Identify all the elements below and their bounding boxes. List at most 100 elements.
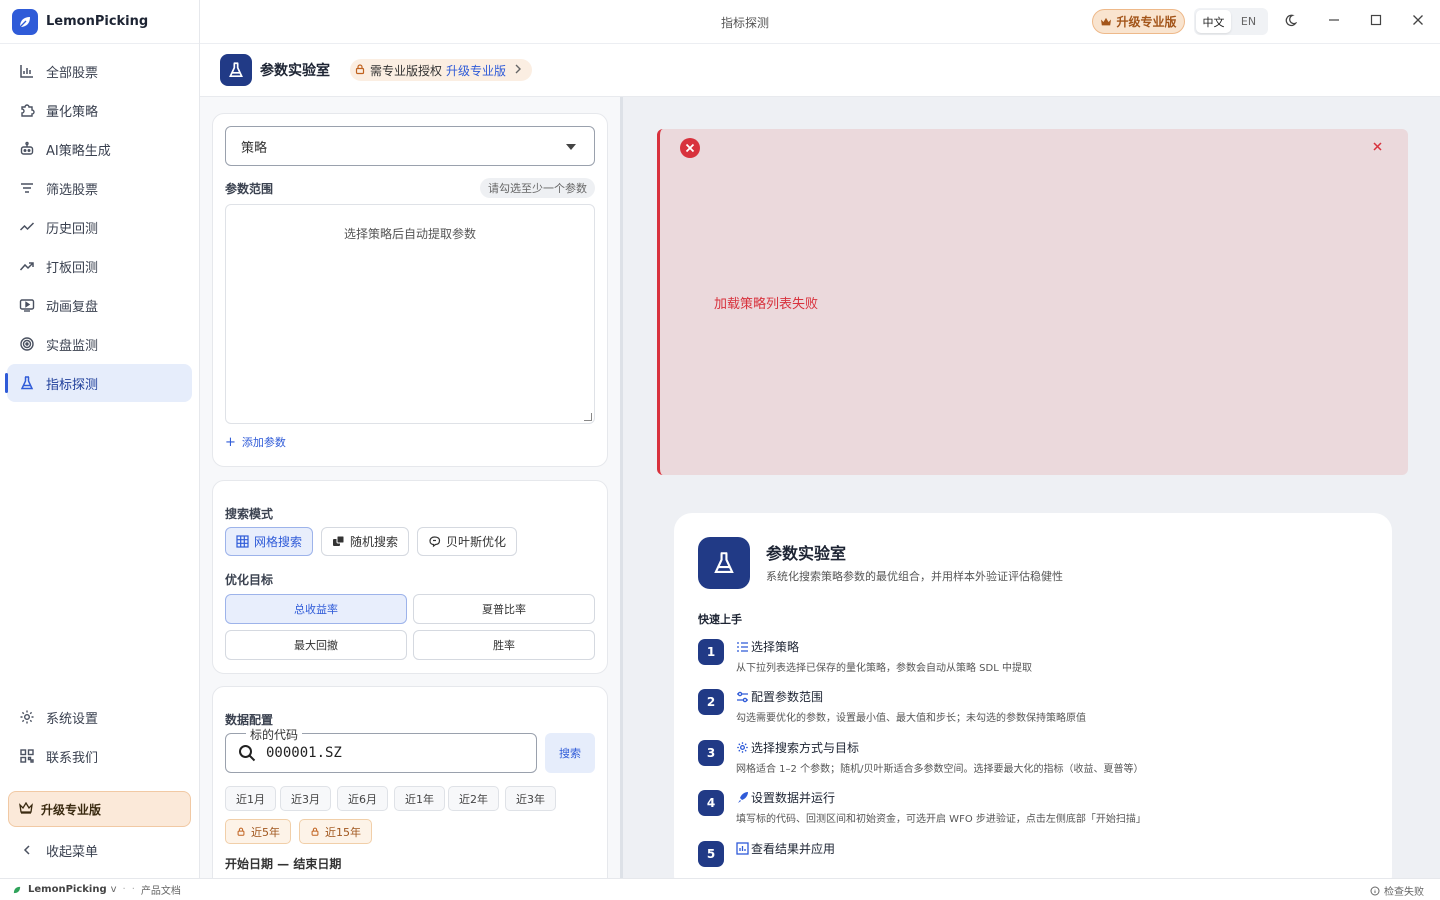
trending-up-icon <box>18 257 36 275</box>
close-icon <box>1412 14 1424 30</box>
range-chip[interactable]: 近1年 <box>394 786 445 811</box>
symbol-code-legend: 标的代码 <box>246 726 303 743</box>
alert-close-button[interactable] <box>1373 139 1382 155</box>
error-alert: 加载策略列表失败 <box>657 129 1408 475</box>
sidebar-item-settings[interactable]: 系统设置 <box>7 698 192 736</box>
sidebar-item-animation-replay[interactable]: 动画复盘 <box>7 286 192 324</box>
goal-win-rate-button[interactable]: 胜率 <box>413 630 595 660</box>
upgrade-pro-label: 升级专业版 <box>1116 15 1177 29</box>
goal-sharpe-button[interactable]: 夏普比率 <box>413 594 595 624</box>
brain-icon <box>428 535 441 548</box>
rocket-icon <box>736 791 749 804</box>
step-number: 5 <box>698 841 724 867</box>
moon-icon <box>1284 14 1297 31</box>
product-docs-link[interactable]: 产品文档 <box>141 882 181 897</box>
sidebar-item-label: 收起菜单 <box>46 844 99 860</box>
random-search-button[interactable]: 随机搜索 <box>321 527 410 556</box>
dark-mode-toggle[interactable] <box>1280 12 1300 32</box>
range-chip[interactable]: 近6月 <box>337 786 388 811</box>
add-param-button[interactable]: + 添加参数 <box>225 434 286 450</box>
leaf-icon <box>12 885 22 895</box>
step-title: 选择策略 <box>736 638 799 655</box>
random-search-label: 随机搜索 <box>350 535 399 549</box>
sidebar-item-contact[interactable]: 联系我们 <box>7 737 192 775</box>
param-empty-text: 选择策略后自动提取参数 <box>343 227 476 241</box>
config-panel: 策略 参数范围 请勾选至少一个参数 选择策略后自动提取参数 + 添加参数 搜索模式… <box>200 97 620 878</box>
info-circle-icon <box>1370 886 1380 896</box>
page-header: 参数实验室 需专业版授权 升级专业版 <box>200 44 1440 97</box>
quick-start-guide: 参数实验室 系统化搜索策略参数的最优组合，并用样本外验证评估稳健性 快速上手 1… <box>674 513 1392 878</box>
brand-name: LemonPicking <box>46 14 149 29</box>
sidebar-item-label: 系统设置 <box>46 711 99 727</box>
sidebar-item-all-stocks[interactable]: 全部股票 <box>7 52 192 90</box>
status-bar: LemonPicking v · · 产品文档 检查失败 <box>0 878 1440 900</box>
range-chip-label: 近15年 <box>325 825 361 839</box>
range-chip-locked[interactable]: 近15年 <box>299 819 372 844</box>
bayes-opt-label: 贝叶斯优化 <box>446 535 507 549</box>
pro-auth-badge[interactable]: 需专业版授权 升级专业版 <box>350 59 533 81</box>
bar-chart-icon <box>18 62 36 80</box>
trend-icon <box>18 218 36 236</box>
sidebar-item-limit-backtest[interactable]: 打板回测 <box>7 247 192 285</box>
step-number: 4 <box>698 790 724 816</box>
strategy-select[interactable]: 策略 <box>225 126 595 166</box>
sidebar-item-quant-strategy[interactable]: 量化策略 <box>7 91 192 129</box>
grid-search-button[interactable]: 网格搜索 <box>225 527 314 556</box>
sidebar-item-history-backtest[interactable]: 历史回测 <box>7 208 192 246</box>
sidebar-item-label: 量化策略 <box>46 104 99 120</box>
close-window-button[interactable] <box>1408 12 1428 32</box>
step-title-text: 配置参数范围 <box>751 690 824 704</box>
sidebar-item-ai-strategy[interactable]: AI策略生成 <box>7 130 192 168</box>
chevron-right-icon <box>514 63 522 77</box>
upgrade-pro-button[interactable]: 升级专业版 <box>1092 9 1185 34</box>
sidebar-item-live-monitor[interactable]: 实盘监测 <box>7 325 192 363</box>
lang-en-button[interactable]: EN <box>1231 10 1266 33</box>
range-chip[interactable]: 近1月 <box>225 786 276 811</box>
error-icon <box>680 138 700 158</box>
goal-total-return-button[interactable]: 总收益率 <box>225 594 407 624</box>
symbol-code-field[interactable]: 标的代码 000001.SZ <box>225 726 537 773</box>
grid-search-label: 网格搜索 <box>254 535 303 549</box>
caret-down-icon <box>566 144 576 150</box>
sidebar-upgrade-button[interactable]: 升级专业版 <box>8 791 191 827</box>
language-switch: 中文 EN <box>1194 8 1268 35</box>
step-title: 设置数据并运行 <box>736 789 835 806</box>
sidebar-item-label: 打板回测 <box>46 260 99 276</box>
bar-chart-icon <box>736 842 749 855</box>
sidebar-item-screen-stocks[interactable]: 筛选股票 <box>7 169 192 207</box>
sidebar-item-indicator-probe[interactable]: 指标探测 <box>5 364 192 402</box>
search-button[interactable]: 搜索 <box>545 733 595 773</box>
step-desc: 网格适合 1–2 个参数；随机/贝叶斯适合多参数空间。选择要最大化的指标（收益、… <box>736 764 1144 775</box>
grid-icon <box>236 535 249 548</box>
step-number: 2 <box>698 689 724 715</box>
plus-icon: + <box>225 435 236 450</box>
range-chip[interactable]: 近2年 <box>448 786 499 811</box>
symbol-code-input[interactable]: 000001.SZ <box>266 745 342 761</box>
sidebar-collapse-button[interactable]: 收起菜单 <box>7 830 192 870</box>
param-range-textarea[interactable]: 选择策略后自动提取参数 <box>225 204 595 424</box>
sidebar-upgrade-label: 升级专业版 <box>41 802 102 817</box>
step-number: 3 <box>698 740 724 766</box>
page-title: 参数实验室 <box>260 63 330 79</box>
update-check-status[interactable]: 检查失败 <box>1384 883 1424 898</box>
minimize-button[interactable] <box>1324 12 1344 32</box>
step-item: 5 查看结果并应用 <box>698 841 1388 878</box>
goal-max-drawdown-button[interactable]: 最大回撤 <box>225 630 407 660</box>
brand[interactable]: LemonPicking <box>0 0 199 44</box>
range-chip[interactable]: 近3月 <box>280 786 331 811</box>
range-chip[interactable]: 近3年 <box>505 786 556 811</box>
lang-zh-button[interactable]: 中文 <box>1196 10 1231 33</box>
param-hint-chip: 请勾选至少一个参数 <box>480 178 595 198</box>
step-title-text: 选择策略 <box>751 640 800 654</box>
step-desc: 勾选需要优化的参数，设置最小值、最大值和步长；未勾选的参数保持策略原值 <box>736 713 1086 724</box>
range-chip-locked[interactable]: 近5年 <box>225 819 291 844</box>
resize-grip-icon[interactable] <box>584 413 592 421</box>
sidebar-item-label: 筛选股票 <box>46 182 99 198</box>
guide-subtitle: 系统化搜索策略参数的最优组合，并用样本外验证评估稳健性 <box>766 570 1063 583</box>
step-desc: 从下拉列表选择已保存的量化策略，参数会自动从策略 SDL 中提取 <box>736 663 1032 674</box>
bayes-opt-button[interactable]: 贝叶斯优化 <box>417 527 518 556</box>
lock-icon <box>354 63 366 78</box>
maximize-icon <box>1370 14 1382 30</box>
maximize-button[interactable] <box>1366 12 1386 32</box>
auth-upgrade-link[interactable]: 升级专业版 <box>446 62 506 79</box>
